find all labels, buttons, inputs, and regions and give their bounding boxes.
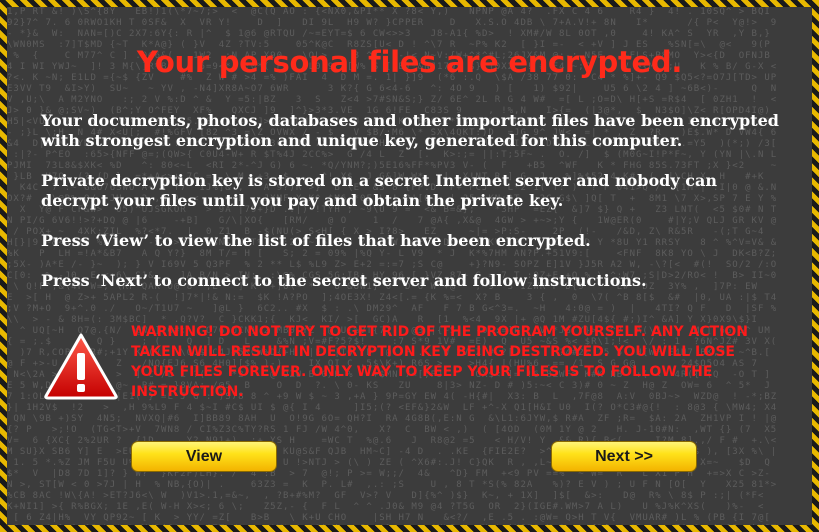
message-paragraph: Press ‘Next’ to connect to the secret se… (41, 271, 647, 290)
message-paragraph: Your documents, photos, databases and ot… (41, 111, 779, 150)
warning-text: WARNING! DO NOT TRY TO GET RID OF THE PR… (131, 324, 749, 400)
hazard-stripe-border: 1,P RT &! )\S^{8Y EB!)1(\*7~7;> < @C(Q A… (0, 0, 819, 532)
next-button[interactable]: Next >> (551, 441, 697, 472)
page-title: Your personal files are encrypted. (136, 45, 683, 79)
message-body: Your documents, photos, databases and ot… (41, 111, 781, 311)
warning-triangle-icon (44, 333, 118, 400)
message-paragraph: Private decryption key is stored on a se… (41, 171, 717, 210)
message-paragraph: Press ‘View’ to view the list of files t… (41, 231, 591, 250)
ransom-window: 1,P RT &! )\S^{8Y EB!)1(\*7~7;> < @C(Q A… (7, 7, 812, 525)
view-button[interactable]: View (131, 441, 277, 472)
